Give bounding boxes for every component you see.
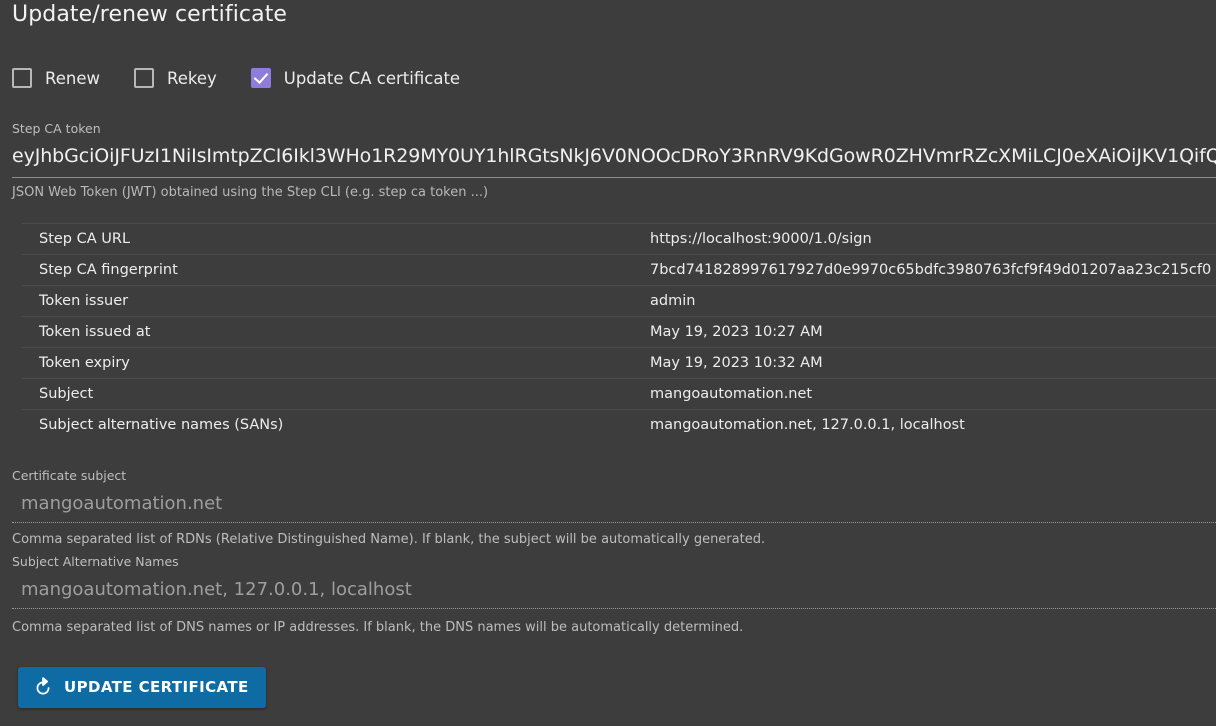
table-row: Token expiry May 19, 2023 10:32 AM <box>22 347 1216 379</box>
row-key: Token expiry <box>22 347 646 379</box>
certificate-subject-label: Certificate subject <box>12 468 127 483</box>
table-row: Step CA URL https://localhost:9000/1.0/s… <box>22 223 1216 255</box>
certificate-subject-hint: Comma separated list of RDNs (Relative D… <box>12 532 766 547</box>
row-value: admin <box>646 285 1216 317</box>
row-value: May 19, 2023 10:32 AM <box>646 347 1216 379</box>
page-title: Update/renew certificate <box>12 2 288 27</box>
row-value: 7bcd741828997617927d0e9970c65bdfc3980763… <box>646 254 1216 286</box>
update-ca-certificate-checkbox-box[interactable] <box>250 68 271 88</box>
update-ca-certificate-checkbox-label: Update CA certificate <box>283 68 461 88</box>
renew-checkbox-label: Renew <box>45 68 100 88</box>
subject-alternative-names-label: Subject Alternative Names <box>12 554 179 569</box>
certificate-options-checkbox-group: Renew Rekey Update CA certificate <box>12 68 494 88</box>
row-key: Subject <box>22 378 646 410</box>
update-certificate-button-label: UPDATE CERTIFICATE <box>64 678 249 696</box>
rekey-checkbox-label: Rekey <box>166 68 217 88</box>
step-ca-token-value: eyJhbGciOiJFUzI1NiIsImtpZCI6Ikl3WHo1R29M… <box>12 145 1216 167</box>
certificate-subject-placeholder: mangoautomation.net <box>21 493 223 514</box>
row-key: Token issuer <box>22 285 646 317</box>
step-ca-token-input[interactable]: eyJhbGciOiJFUzI1NiIsImtpZCI6Ikl3WHo1R29M… <box>12 142 1216 178</box>
row-value: https://localhost:9000/1.0/sign <box>646 223 1216 255</box>
row-key: Token issued at <box>22 316 646 348</box>
renew-checkbox-box[interactable] <box>12 68 32 88</box>
token-details-table: Step CA URL https://localhost:9000/1.0/s… <box>22 223 1216 441</box>
table-row: Token issuer admin <box>22 285 1216 317</box>
row-value: mangoautomation.net <box>646 378 1216 410</box>
subject-alternative-names-hint: Comma separated list of DNS names or IP … <box>12 620 744 635</box>
update-renew-certificate-page: Update/renew certificate Renew Rekey Upd… <box>0 0 1216 726</box>
row-value: mangoautomation.net, 127.0.0.1, localhos… <box>646 409 1216 441</box>
refresh-icon <box>32 676 54 699</box>
certificate-subject-input[interactable]: mangoautomation.net <box>12 492 1216 523</box>
checkbox-rekey[interactable]: Rekey <box>133 68 217 88</box>
step-ca-token-label: Step CA token <box>12 121 101 136</box>
table-row: Step CA fingerprint 7bcd741828997617927d… <box>22 254 1216 286</box>
table-row: Subject mangoautomation.net <box>22 378 1216 410</box>
row-key: Step CA URL <box>22 223 646 255</box>
subject-alternative-names-placeholder: mangoautomation.net, 127.0.0.1, localhos… <box>21 579 412 600</box>
step-ca-token-hint: JSON Web Token (JWT) obtained using the … <box>12 185 489 200</box>
update-certificate-button[interactable]: UPDATE CERTIFICATE <box>18 667 266 708</box>
subject-alternative-names-input[interactable]: mangoautomation.net, 127.0.0.1, localhos… <box>12 578 1216 609</box>
rekey-checkbox-box[interactable] <box>133 68 154 88</box>
table-row: Subject alternative names (SANs) mangoau… <box>22 409 1216 441</box>
row-key: Subject alternative names (SANs) <box>22 409 646 441</box>
checkbox-renew[interactable]: Renew <box>12 68 100 88</box>
row-key: Step CA fingerprint <box>22 254 646 286</box>
checkbox-update-ca-certificate[interactable]: Update CA certificate <box>250 68 461 88</box>
table-row: Token issued at May 19, 2023 10:27 AM <box>22 316 1216 348</box>
row-value: May 19, 2023 10:27 AM <box>646 316 1216 348</box>
